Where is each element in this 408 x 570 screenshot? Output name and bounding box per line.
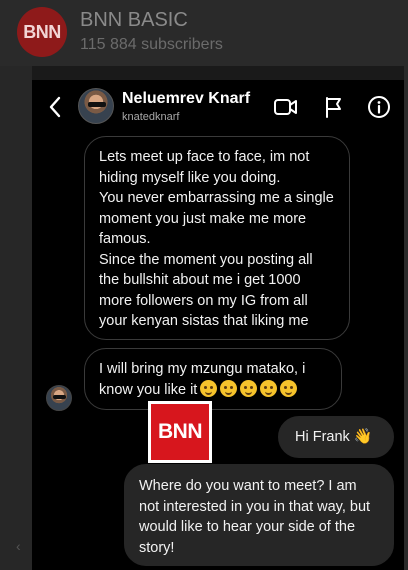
channel-logo-text: BNN xyxy=(23,21,61,42)
avatar[interactable] xyxy=(78,88,114,124)
previous-arrow-icon[interactable]: ‹ xyxy=(16,538,21,554)
video-call-icon[interactable] xyxy=(273,94,299,120)
channel-subscriber-count: 115 884 subscribers xyxy=(80,36,223,53)
message-text: Since the moment you posting all the bul… xyxy=(99,251,313,330)
info-icon[interactable] xyxy=(366,94,392,120)
laughing-tears-emoji xyxy=(260,379,278,397)
back-chevron-icon[interactable] xyxy=(44,94,66,120)
channel-name[interactable]: BNN BASIC xyxy=(80,9,188,32)
laughing-tears-emoji xyxy=(280,379,298,397)
direct-message-screen: Neluemrev Knarf knatedknarf Lets meet up… xyxy=(32,80,404,570)
message-text: You never embarrassing me a single momen… xyxy=(99,190,334,247)
smirk-emoji xyxy=(220,379,238,397)
laughing-tears-emoji xyxy=(240,379,258,397)
contact-handle: knatedknarf xyxy=(122,111,180,123)
background-video-right xyxy=(404,66,408,570)
message-text: Lets meet up face to face, im not hiding… xyxy=(99,149,310,186)
bnn-watermark-logo: BNN xyxy=(148,401,212,463)
sender-avatar[interactable] xyxy=(46,385,72,411)
sent-message-bubble[interactable]: Where do you want to meet? I am not inte… xyxy=(124,464,394,566)
waving-hand-emoji: 👋 xyxy=(353,428,373,445)
shushing-face-emoji xyxy=(200,379,218,397)
dm-header: Neluemrev Knarf knatedknarf xyxy=(32,80,404,136)
background-video-left xyxy=(0,66,32,570)
message-text: Hi Frank xyxy=(295,429,350,445)
sent-message-bubble[interactable]: Hi Frank 👋 xyxy=(278,416,394,458)
contact-name[interactable]: Neluemrev Knarf xyxy=(122,90,250,108)
received-message-bubble[interactable]: I will bring my mzungu matako, i know yo… xyxy=(84,348,342,410)
channel-header: BNN BNN BASIC 115 884 subscribers xyxy=(0,0,408,66)
channel-logo[interactable]: BNN xyxy=(17,7,67,57)
received-message-bubble[interactable]: Lets meet up face to face, im not hiding… xyxy=(84,136,350,340)
watermark-text: BNN xyxy=(158,420,203,443)
flag-icon[interactable] xyxy=(320,94,346,120)
message-text: Where do you want to meet? I am not inte… xyxy=(139,478,371,556)
